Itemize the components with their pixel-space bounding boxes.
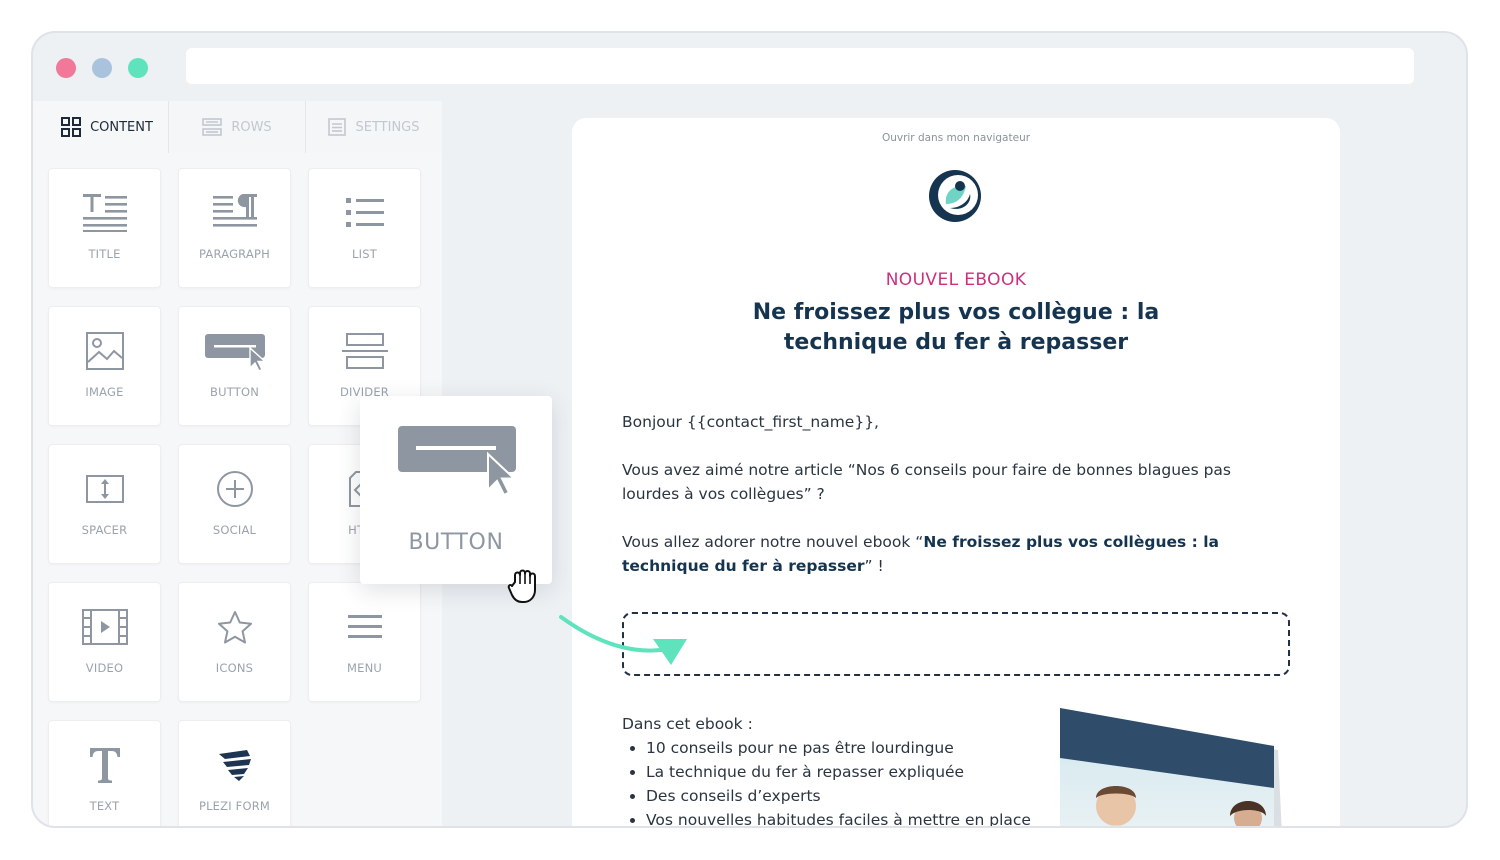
image-icon: [49, 329, 160, 373]
tab-content-label: CONTENT: [90, 119, 153, 135]
tab-content[interactable]: CONTENT: [46, 101, 168, 153]
paragraph-ebook-suffix: ” !: [864, 557, 884, 575]
tile-paragraph[interactable]: PARAGRAPH: [178, 168, 291, 288]
tile-spacer[interactable]: SPACER: [48, 444, 161, 564]
tab-rows-label: ROWS: [231, 119, 272, 135]
tile-video-label: VIDEO: [85, 661, 124, 675]
divider-icon: [309, 329, 420, 373]
ebook-bullet-list: 10 conseils pour ne pas être lourdingue …: [622, 736, 1042, 826]
dragged-button-block[interactable]: BUTTON: [360, 396, 552, 584]
dragged-block-label: BUTTON: [408, 530, 504, 555]
tile-list-label: LIST: [352, 247, 377, 261]
paragraph-icon: [179, 191, 290, 235]
star-icon: [179, 605, 290, 649]
drop-zone[interactable]: [622, 612, 1290, 676]
list-icon: [309, 191, 420, 235]
tile-image[interactable]: IMAGE: [48, 306, 161, 426]
tile-menu[interactable]: MENU: [308, 582, 421, 702]
spacer-icon: [49, 467, 160, 511]
sidebar-tabs: CONTENT ROWS SETTINGS: [46, 101, 442, 153]
tile-button-label: BUTTON: [209, 385, 259, 399]
view-in-browser-link[interactable]: Ouvrir dans mon navigateur: [572, 132, 1340, 144]
menu-icon: [309, 605, 420, 649]
tile-plezi-form-label: PLEZI FORM: [198, 799, 271, 813]
tile-text-label: TEXT: [89, 799, 120, 813]
paragraph-ebook-prefix: Vous allez adorer notre nouvel ebook “: [622, 533, 924, 551]
tile-spacer-label: SPACER: [81, 523, 128, 537]
tile-menu-label: MENU: [346, 661, 382, 675]
text-icon: [49, 743, 160, 787]
list-item: Vos nouvelles habitudes faciles à mettre…: [646, 808, 1042, 826]
tile-text[interactable]: TEXT: [48, 720, 161, 826]
ebook-cover-image: [1058, 706, 1298, 826]
tab-settings-label: SETTINGS: [355, 119, 420, 135]
email-headline: Ne froissez plus vos collègue : la techn…: [752, 300, 1160, 355]
list-item: Des conseils d’experts: [646, 784, 1042, 808]
window-close-dot[interactable]: [56, 58, 76, 78]
plezi-form-icon: [179, 743, 290, 787]
title-icon: [49, 191, 160, 235]
email-canvas: Ouvrir dans mon navigateur NOUVEL EBOOK …: [572, 118, 1340, 826]
brand-logo: [928, 166, 984, 228]
drag-arrow-icon: [553, 611, 693, 685]
paragraph-article: Vous avez aimé notre article “Nos 6 cons…: [622, 461, 1231, 503]
list-item: La technique du fer à repasser expliquée: [646, 760, 1042, 784]
button-icon: [396, 424, 518, 500]
window-maximize-dot[interactable]: [128, 58, 148, 78]
tile-list[interactable]: LIST: [308, 168, 421, 288]
tile-button[interactable]: BUTTON: [178, 306, 291, 426]
settings-list-icon: [328, 118, 347, 136]
video-icon: [49, 605, 160, 649]
tile-title-label: TITLE: [88, 247, 121, 261]
tile-image-label: IMAGE: [85, 385, 124, 399]
button-icon: [179, 329, 290, 373]
tile-title[interactable]: TITLE: [48, 168, 161, 288]
list-item: 10 conseils pour ne pas être lourdingue: [646, 736, 1042, 760]
tile-social[interactable]: SOCIAL: [178, 444, 291, 564]
list-intro: Dans cet ebook :: [622, 715, 753, 733]
tile-plezi-form[interactable]: PLEZI FORM: [178, 720, 291, 826]
browser-window: CONTENT ROWS SETTINGS TITLE PARAGRAPH LI…: [31, 31, 1468, 828]
ebook-contents: Dans cet ebook : 10 conseils pour ne pas…: [622, 712, 1042, 826]
tile-icons-label: ICONS: [215, 661, 254, 675]
tab-settings[interactable]: SETTINGS: [305, 101, 442, 153]
hand-grab-icon: [507, 566, 543, 608]
tile-paragraph-label: PARAGRAPH: [199, 247, 270, 261]
rows-icon: [202, 118, 223, 136]
address-bar[interactable]: [186, 48, 1414, 84]
paragraph-ebook: Vous allez adorer notre nouvel ebook “Ne…: [622, 530, 1292, 578]
plus-circle-icon: [179, 467, 290, 511]
greeting-text: Bonjour {{contact_first_name}},: [622, 413, 879, 431]
tile-video[interactable]: VIDEO: [48, 582, 161, 702]
tile-icons[interactable]: ICONS: [178, 582, 291, 702]
grid-icon: [61, 117, 82, 137]
tile-social-label: SOCIAL: [212, 523, 257, 537]
ebook-kicker: NOUVEL EBOOK: [885, 270, 1027, 290]
window-minimize-dot[interactable]: [92, 58, 112, 78]
tab-rows[interactable]: ROWS: [168, 101, 305, 153]
